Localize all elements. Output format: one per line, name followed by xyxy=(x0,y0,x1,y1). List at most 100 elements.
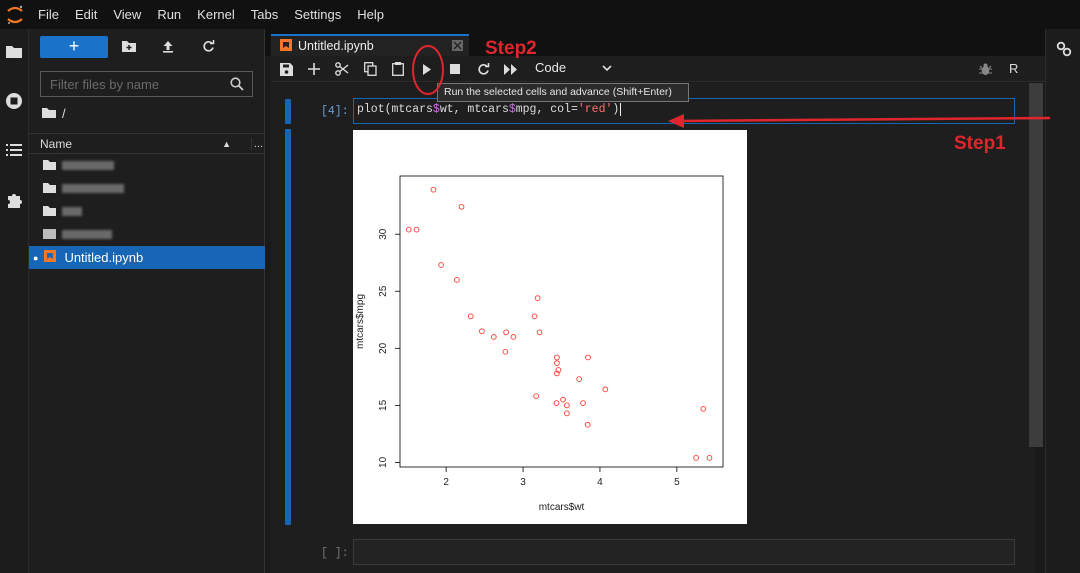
file-icon xyxy=(43,227,56,242)
notebook-scrollbar[interactable] xyxy=(1029,83,1043,447)
list-item[interactable] xyxy=(29,177,265,199)
search-icon xyxy=(230,77,244,96)
property-inspector-gear-icon[interactable] xyxy=(1056,41,1072,62)
annotation-step1: Step1 xyxy=(954,133,1006,154)
notebook-icon xyxy=(280,38,292,54)
data-point xyxy=(479,328,485,335)
menu-kernel[interactable]: Kernel xyxy=(189,0,243,29)
y-tick-label: 20 xyxy=(378,342,389,354)
folder-icon[interactable] xyxy=(4,41,24,61)
data-point xyxy=(467,313,474,320)
new-launcher-button[interactable]: + xyxy=(40,36,108,58)
run-cell-icon[interactable] xyxy=(418,60,436,78)
sort-ascending-icon[interactable]: ▲ xyxy=(222,139,231,149)
insert-cell-icon[interactable] xyxy=(305,60,323,78)
cell-prompt: [4]: xyxy=(321,105,349,118)
notebook-area: [4]: plot(mtcars$wt, mtcars$mpg, col='re… xyxy=(271,83,1035,573)
code-token: $ xyxy=(508,103,516,116)
running-kernels-icon[interactable] xyxy=(4,91,24,111)
root-folder-icon[interactable] xyxy=(42,106,56,121)
code-token: plot(mtcars xyxy=(357,103,433,116)
file-filter-field[interactable] xyxy=(40,71,253,97)
running-indicator-icon: ● xyxy=(33,252,39,263)
copy-icon[interactable] xyxy=(361,60,379,78)
right-sidebar xyxy=(1045,29,1080,573)
kernel-name[interactable]: R xyxy=(1009,61,1018,76)
menu-help[interactable]: Help xyxy=(349,0,392,29)
breadcrumb: / xyxy=(42,106,66,121)
restart-run-all-icon[interactable] xyxy=(502,60,520,78)
refresh-icon[interactable] xyxy=(200,38,216,54)
data-point xyxy=(584,421,591,428)
table-of-contents-icon[interactable] xyxy=(4,140,24,160)
data-point xyxy=(564,410,570,417)
data-point xyxy=(531,313,538,320)
chevron-down-icon[interactable] xyxy=(601,61,613,79)
restart-kernel-icon[interactable] xyxy=(474,60,492,78)
data-point xyxy=(510,334,517,340)
data-point xyxy=(560,396,566,403)
list-item[interactable] xyxy=(29,154,265,176)
data-point xyxy=(706,455,713,461)
data-point xyxy=(430,186,437,193)
notebook-icon xyxy=(44,250,57,265)
plot-output: 2 3 4 5 10 15 20 25 30 mtcars$wt mtcars$mpg xyxy=(353,130,747,524)
code-token: $ xyxy=(432,103,440,116)
folder-icon xyxy=(43,181,56,196)
breadcrumb-root[interactable]: / xyxy=(62,106,66,121)
interrupt-kernel-icon[interactable] xyxy=(446,60,464,78)
data-point xyxy=(503,329,509,336)
input-collapser[interactable] xyxy=(285,99,291,124)
menu-run[interactable]: Run xyxy=(149,0,189,29)
cell-prompt: [ ]: xyxy=(321,547,349,560)
run-button-tooltip: Run the selected cells and advance (Shif… xyxy=(437,83,689,102)
menu-edit[interactable]: Edit xyxy=(67,0,105,29)
data-point xyxy=(454,276,460,283)
notebook-toolbar: Code R xyxy=(271,56,1045,82)
paste-icon[interactable] xyxy=(389,60,407,78)
code-token: ) xyxy=(612,103,620,116)
code-token: mpg, col= xyxy=(515,103,578,116)
menu-settings[interactable]: Settings xyxy=(286,0,349,29)
menu-file[interactable]: File xyxy=(30,0,67,29)
new-folder-icon[interactable] xyxy=(121,38,137,54)
close-tab-icon[interactable] xyxy=(452,40,463,51)
menu-view[interactable]: View xyxy=(105,0,149,29)
data-point xyxy=(536,329,543,336)
y-tick-label: 15 xyxy=(378,399,389,411)
list-item[interactable] xyxy=(29,223,265,245)
code-editor-empty[interactable] xyxy=(353,539,1015,565)
extension-puzzle-icon[interactable] xyxy=(4,190,24,210)
x-tick-label: 3 xyxy=(520,477,526,488)
cut-icon[interactable] xyxy=(333,60,351,78)
y-axis-label: mtcars$mpg xyxy=(355,294,366,349)
column-more[interactable]: ... xyxy=(251,137,265,150)
text-cursor xyxy=(620,103,622,116)
y-tick-label: 10 xyxy=(378,456,389,468)
code-token: 'red' xyxy=(577,103,613,116)
file-name: Untitled.ipynb xyxy=(64,250,144,265)
data-point xyxy=(564,402,570,409)
file-browser-panel: + / Name ▲ ... xyxy=(29,29,265,573)
folder-icon xyxy=(43,158,56,173)
data-point xyxy=(458,203,465,210)
upload-icon[interactable] xyxy=(160,38,176,54)
kernel-status-bug-icon[interactable] xyxy=(976,60,994,78)
file-filter-input[interactable] xyxy=(41,76,221,92)
data-point xyxy=(576,376,583,382)
data-point xyxy=(502,348,509,355)
output-collapser[interactable] xyxy=(285,129,291,525)
data-point xyxy=(413,226,420,233)
list-item[interactable] xyxy=(29,200,265,222)
tab-untitled-notebook[interactable]: Untitled.ipynb xyxy=(271,34,469,56)
save-icon[interactable] xyxy=(277,60,295,78)
menu-tabs[interactable]: Tabs xyxy=(243,0,286,29)
left-activity-bar xyxy=(0,29,29,573)
list-item-untitled-notebook[interactable]: ● Untitled.ipynb xyxy=(29,246,265,269)
column-name[interactable]: Name xyxy=(29,137,222,151)
x-axis-label: mtcars$wt xyxy=(539,502,585,513)
data-point xyxy=(602,386,609,393)
cell-type-select[interactable]: Code xyxy=(535,60,566,75)
data-point xyxy=(700,405,707,412)
redacted-file-name xyxy=(62,160,114,170)
